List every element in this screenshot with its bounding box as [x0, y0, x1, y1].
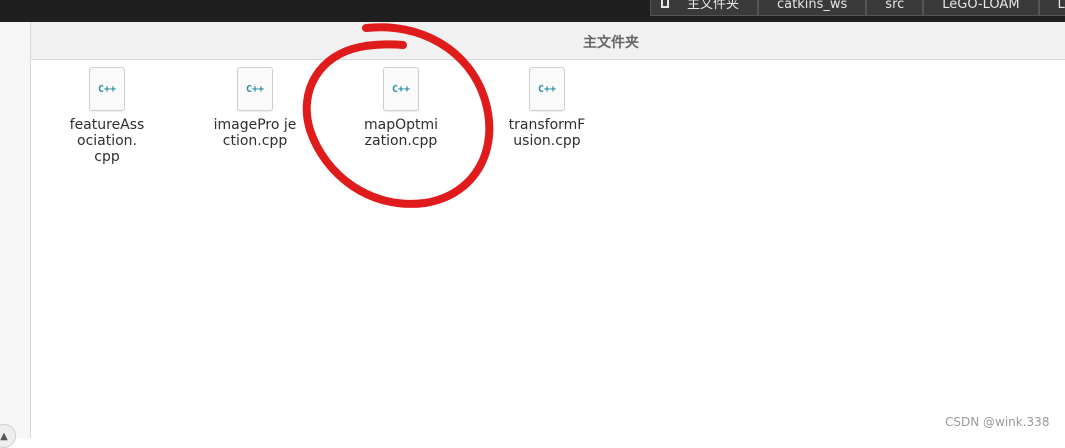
file-item-imageprojection[interactable]: C++ imagePro je ction.cpp: [205, 67, 305, 149]
file-name: mapOptmi zation.cpp: [363, 117, 439, 149]
file-item-featureassociation[interactable]: C++ featureAss ociation. cpp: [57, 67, 157, 165]
breadcrumb-home[interactable]: 主文件夹: [650, 0, 759, 16]
breadcrumb: 主文件夹 catkins_ws src LeGO-LOAM L: [650, 0, 1065, 16]
cpp-file-icon[interactable]: C++: [383, 67, 419, 111]
file-name: featureAss ociation. cpp: [69, 117, 145, 165]
breadcrumb-lego-loam[interactable]: LeGO-LOAM: [923, 0, 1039, 16]
cpp-file-icon[interactable]: C++: [237, 67, 273, 111]
home-folder-icon: [661, 0, 669, 8]
file-item-mapoptimization[interactable]: C++ mapOptmi zation.cpp: [351, 67, 451, 149]
file-item-transformfusion[interactable]: C++ transformF usion.cpp: [497, 67, 597, 149]
watermark: CSDN @wink.338: [945, 415, 1050, 429]
file-view: 主文件夹 C++ featureAss ociation. cpp C++ im…: [31, 22, 1065, 438]
window-title: 主文件夹: [583, 35, 639, 51]
file-name: imagePro je ction.cpp: [213, 117, 297, 149]
breadcrumb-catkins-ws[interactable]: catkins_ws: [758, 0, 867, 16]
sidebar: ▲: [0, 22, 31, 448]
cpp-file-icon[interactable]: C++: [89, 67, 125, 111]
window-header: 主文件夹: [31, 22, 1065, 60]
scroll-up-icon[interactable]: ▲: [0, 424, 16, 448]
file-name: transformF usion.cpp: [508, 117, 586, 149]
breadcrumb-src[interactable]: src: [866, 0, 924, 16]
breadcrumb-next[interactable]: L: [1038, 0, 1065, 16]
top-bar: 主文件夹 catkins_ws src LeGO-LOAM L: [0, 0, 1065, 22]
cpp-file-icon[interactable]: C++: [529, 67, 565, 111]
breadcrumb-home-label: 主文件夹: [687, 0, 740, 12]
